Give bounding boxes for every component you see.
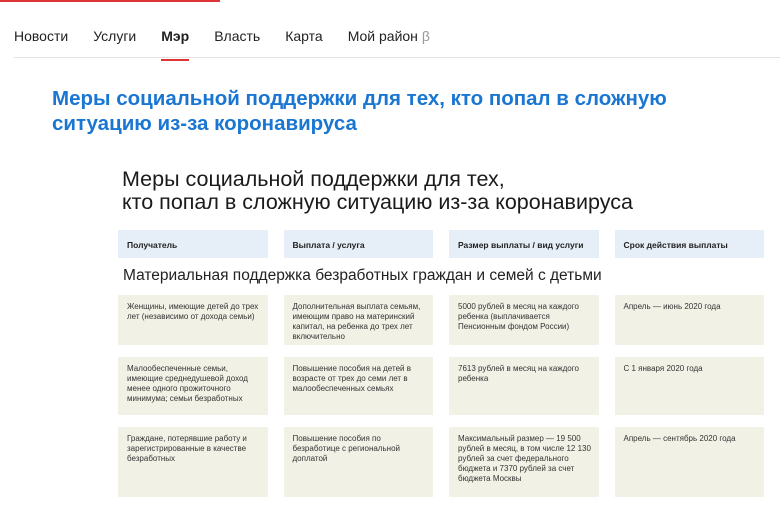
nav-divider: [14, 57, 780, 58]
beta-badge: β: [421, 28, 430, 44]
table-cell: Апрель — июнь 2020 года: [614, 295, 764, 345]
header-amount: Размер выплаты / вид услуги: [449, 230, 599, 258]
table-cell: Максимальный размер — 19 500 рублей в ме…: [449, 427, 599, 497]
header-payment: Выплата / услуга: [283, 230, 433, 258]
infographic-title: Меры социальной поддержки для тех, кто п…: [122, 168, 780, 214]
infographic-title-line-2: кто попал в сложную ситуацию из-за корон…: [122, 190, 633, 214]
nav-item-news[interactable]: Новости: [14, 26, 68, 46]
table-row: Женщины, имеющие детей до трех лет (неза…: [118, 295, 780, 345]
table-cell: Апрель — сентябрь 2020 года: [614, 427, 764, 497]
nav-item-mayor[interactable]: Мэр: [161, 26, 189, 61]
nav-item-map[interactable]: Карта: [285, 26, 322, 46]
table-cell: Граждане, потерявшие работу и зарегистри…: [118, 427, 268, 497]
table-cell: Женщины, имеющие детей до трех лет (неза…: [118, 295, 268, 345]
table-cell: Повышение пособия по безработице с регио…: [283, 427, 433, 497]
table-row: Граждане, потерявшие работу и зарегистри…: [118, 427, 780, 497]
page-title: Меры социальной поддержки для тех, кто п…: [52, 87, 667, 135]
nav-item-my-district-label: Мой район: [347, 28, 418, 44]
table-header-row: Получатель Выплата / услуга Размер выпла…: [118, 230, 780, 258]
nav-item-government[interactable]: Власть: [214, 26, 260, 46]
table-cell: 5000 рублей в месяц на каждого ребенка (…: [449, 295, 599, 345]
section-title: Материальная поддержка безработных гражд…: [123, 267, 602, 284]
infographic-title-line-1: Меры социальной поддержки для тех,: [122, 167, 505, 191]
table-cell: Дополнительная выплата семьям, имеющим п…: [283, 295, 433, 345]
top-accent-bar: [0, 0, 220, 2]
table-cell: Малообеспеченные семьи, имеющие среднеду…: [118, 357, 268, 415]
main-nav: Новости Услуги Мэр Власть Карта Мой райо…: [14, 24, 455, 61]
header-recipient: Получатель: [118, 230, 268, 258]
nav-item-services[interactable]: Услуги: [93, 26, 136, 46]
table-cell: Повышение пособия на детей в возрасте от…: [283, 357, 433, 415]
header-period: Срок действия выплаты: [614, 230, 764, 258]
nav-item-my-district[interactable]: Мой район β: [348, 26, 430, 46]
table-row: Малообеспеченные семьи, имеющие среднеду…: [118, 357, 780, 415]
infographic: Меры социальной поддержки для тех, кто п…: [118, 168, 780, 509]
table-cell: 7613 рублей в месяц на каждого ребенка: [449, 357, 599, 415]
table-cell: С 1 января 2020 года: [614, 357, 764, 415]
